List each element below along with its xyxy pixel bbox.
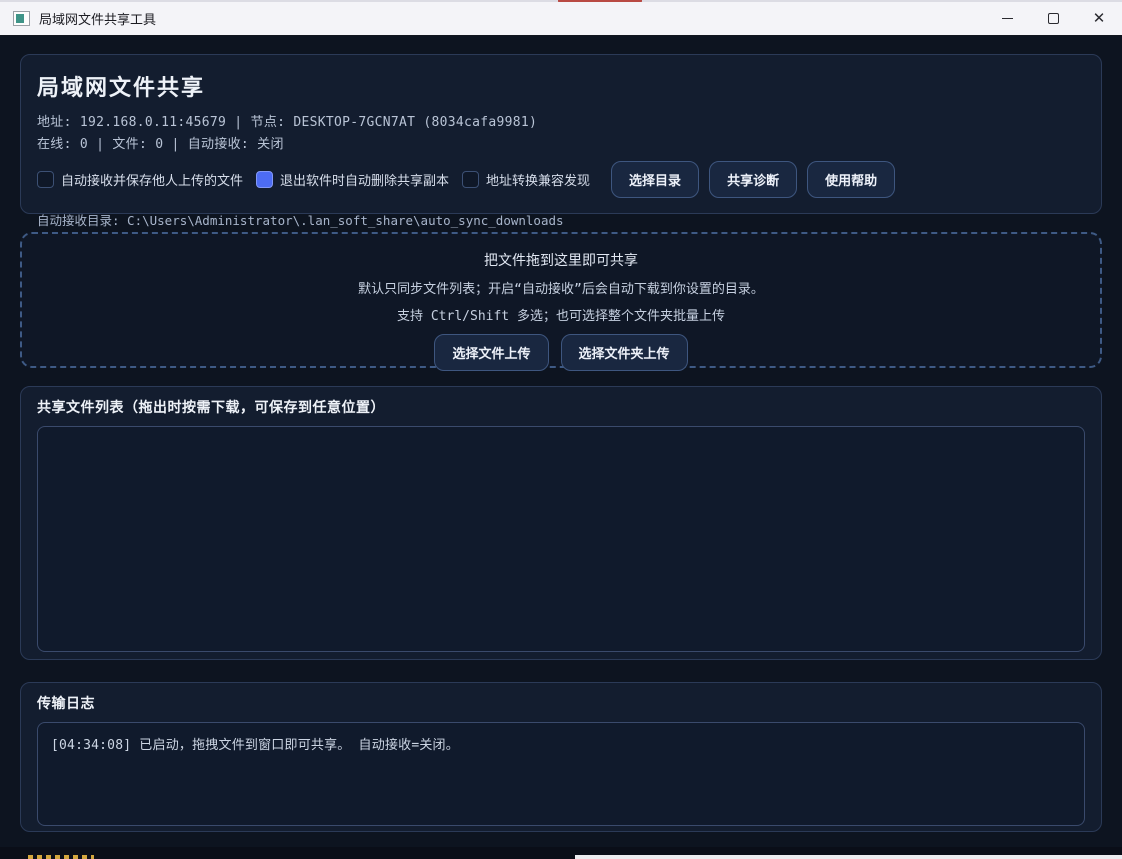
header-controls-row: 自动接收并保存他人上传的文件 退出软件时自动删除共享副本 地址转换兼容发现 选择… [37,161,1085,198]
transfer-log-box[interactable]: [04:34:08] 已启动，拖拽文件到窗口即可共享。 自动接收=关闭。 [37,722,1085,826]
status-line: 在线: 0 | 文件: 0 | 自动接收: 关闭 [37,137,284,152]
checkbox-nat-discovery-box[interactable] [462,171,480,188]
app-icon [13,11,30,26]
transfer-log-title: 传输日志 [37,696,95,712]
header-panel: 局域网文件共享 地址: 192.168.0.11:45679 | 节点: DES… [20,54,1102,228]
dropzone-buttons: 选择文件上传 选择文件夹上传 [22,334,1100,371]
desktop-icon-sliver [28,855,94,859]
dropzone-line2: 默认只同步文件列表；开启“自动接收”后会自动下载到你设置的目录。 [358,282,764,297]
checkbox-nat-discovery[interactable]: 地址转换兼容发现 [462,170,590,189]
app-icon-glyph [16,14,24,23]
checkbox-delete-on-exit-label: 退出软件时自动删除共享副本 [280,174,450,189]
dropzone-line3: 支持 Ctrl/Shift 多选；也可选择整个文件夹批量上传 [397,309,725,324]
maximize-icon [1047,13,1059,24]
header-buttons: 选择目录 共享诊断 使用帮助 [611,161,896,198]
choose-directory-button[interactable]: 选择目录 [611,161,700,198]
dropzone-line1: 把文件拖到这里即可共享 [484,253,638,269]
checkbox-delete-on-exit-box[interactable] [256,171,274,188]
minimize-icon [1001,18,1013,19]
help-button[interactable]: 使用帮助 [807,161,896,198]
select-folder-upload-button[interactable]: 选择文件夹上传 [560,334,688,371]
checkbox-auto-receive[interactable]: 自动接收并保存他人上传的文件 [37,170,243,189]
auto-receive-dir: 自动接收目录: C:\Users\Administrator\.lan_soft… [37,213,564,228]
checkbox-auto-receive-label: 自动接收并保存他人上传的文件 [61,174,244,189]
transfer-log-panel: 传输日志 [04:34:08] 已启动，拖拽文件到窗口即可共享。 自动接收=关闭… [20,682,1102,832]
window-title: 局域网文件共享工具 [39,13,157,28]
log-entry: [04:34:08] 已启动，拖拽文件到窗口即可共享。 自动接收=关闭。 [51,738,459,753]
share-diagnostics-button[interactable]: 共享诊断 [709,161,798,198]
checkbox-delete-on-exit[interactable]: 退出软件时自动删除共享副本 [256,170,449,189]
minimize-button[interactable] [984,2,1030,35]
shared-files-title: 共享文件列表（拖出时按需下载，可保存到任意位置） [37,400,385,416]
checkbox-nat-discovery-label: 地址转换兼容发现 [486,174,591,189]
select-files-upload-button[interactable]: 选择文件上传 [434,334,549,371]
close-icon: ✕ [1092,9,1106,27]
page-title: 局域网文件共享 [37,76,206,101]
address-line: 地址: 192.168.0.11:45679 | 节点: DESKTOP-7GC… [37,115,538,130]
checkbox-auto-receive-box[interactable] [37,171,54,188]
shared-files-panel: 共享文件列表（拖出时按需下载，可保存到任意位置） [20,386,1102,660]
shared-files-list[interactable] [37,426,1085,652]
close-button[interactable]: ✕ [1076,2,1122,35]
file-drop-zone[interactable]: 把文件拖到这里即可共享 默认只同步文件列表；开启“自动接收”后会自动下载到你设置… [20,232,1102,371]
window-controls: ✕ [984,2,1122,35]
taskbar-sliver [575,855,1122,859]
titlebar: 局域网文件共享工具 ✕ [0,2,1122,36]
maximize-button[interactable] [1030,2,1076,35]
app-window: 局域网文件共享工具 ✕ 局域网文件共享 地址: 192.168.0.11:456… [0,0,1122,859]
